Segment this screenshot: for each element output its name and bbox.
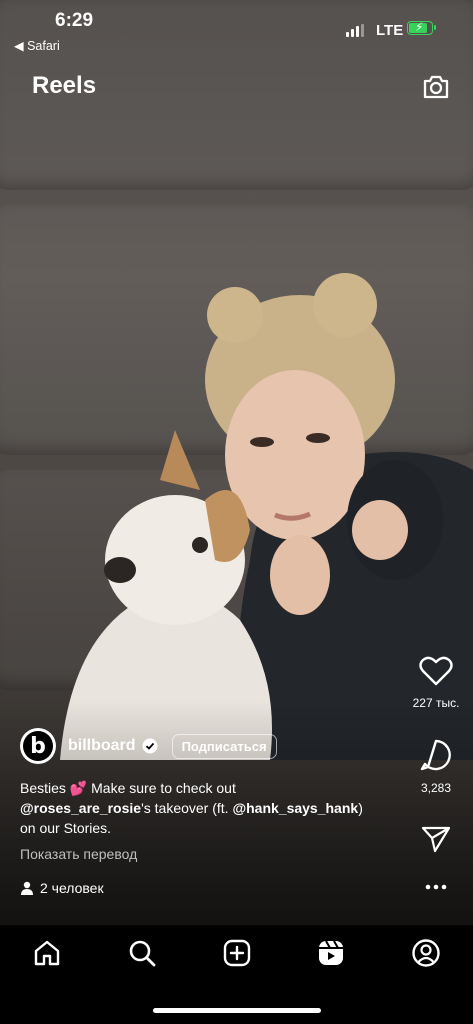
- like-action[interactable]: 227 тыс.: [410, 655, 462, 710]
- more-icon[interactable]: [424, 883, 448, 891]
- status-bar: 6:29 ◀ Safari LTE ⚡: [0, 0, 473, 60]
- caption-text: Besties 💕 Make sure to check out: [20, 780, 236, 796]
- post-caption[interactable]: Besties 💕 Make sure to check out @roses_…: [20, 778, 400, 838]
- avatar-logo: b: [23, 731, 53, 761]
- camera-icon[interactable]: [421, 72, 451, 107]
- back-to-app-link[interactable]: ◀ Safari: [14, 38, 60, 53]
- caption-text: ): [358, 800, 363, 816]
- more-options-action[interactable]: [410, 880, 462, 894]
- caption-text: 's takeover (ft.: [141, 800, 233, 816]
- status-time: 6:29: [55, 10, 94, 31]
- tagged-people-count: 2 человек: [40, 880, 104, 896]
- home-icon[interactable]: [32, 938, 62, 968]
- author-row: b billboard Подписаться: [20, 728, 277, 764]
- avatar[interactable]: b: [20, 728, 56, 764]
- send-icon[interactable]: [421, 825, 451, 853]
- person-icon: [21, 881, 33, 895]
- verified-badge-icon: [142, 738, 158, 754]
- profile-icon[interactable]: [411, 938, 441, 968]
- create-icon[interactable]: [222, 938, 252, 968]
- reels-icon[interactable]: [316, 938, 346, 968]
- like-count: 227 тыс.: [412, 696, 460, 710]
- follow-button[interactable]: Подписаться: [171, 733, 277, 759]
- comment-icon[interactable]: [419, 738, 453, 772]
- mention-link[interactable]: @hank_says_hank: [232, 800, 358, 816]
- heart-icon[interactable]: [419, 655, 453, 687]
- share-action[interactable]: [410, 825, 462, 856]
- mention-link[interactable]: @roses_are_rosie: [20, 800, 141, 816]
- search-icon[interactable]: [127, 938, 157, 968]
- caption-text: on our Stories.: [20, 820, 112, 836]
- comment-action[interactable]: 3,283: [410, 738, 462, 795]
- network-type: LTE: [376, 22, 404, 39]
- show-translation-link[interactable]: Показать перевод: [20, 846, 137, 862]
- battery-icon: ⚡: [407, 20, 436, 35]
- signal-icon: [346, 24, 364, 37]
- author-username[interactable]: billboard: [68, 737, 136, 755]
- page-title: Reels: [32, 72, 97, 99]
- home-indicator[interactable]: [153, 1008, 321, 1013]
- comment-count: 3,283: [420, 781, 452, 795]
- tagged-people[interactable]: 2 человек: [20, 880, 104, 896]
